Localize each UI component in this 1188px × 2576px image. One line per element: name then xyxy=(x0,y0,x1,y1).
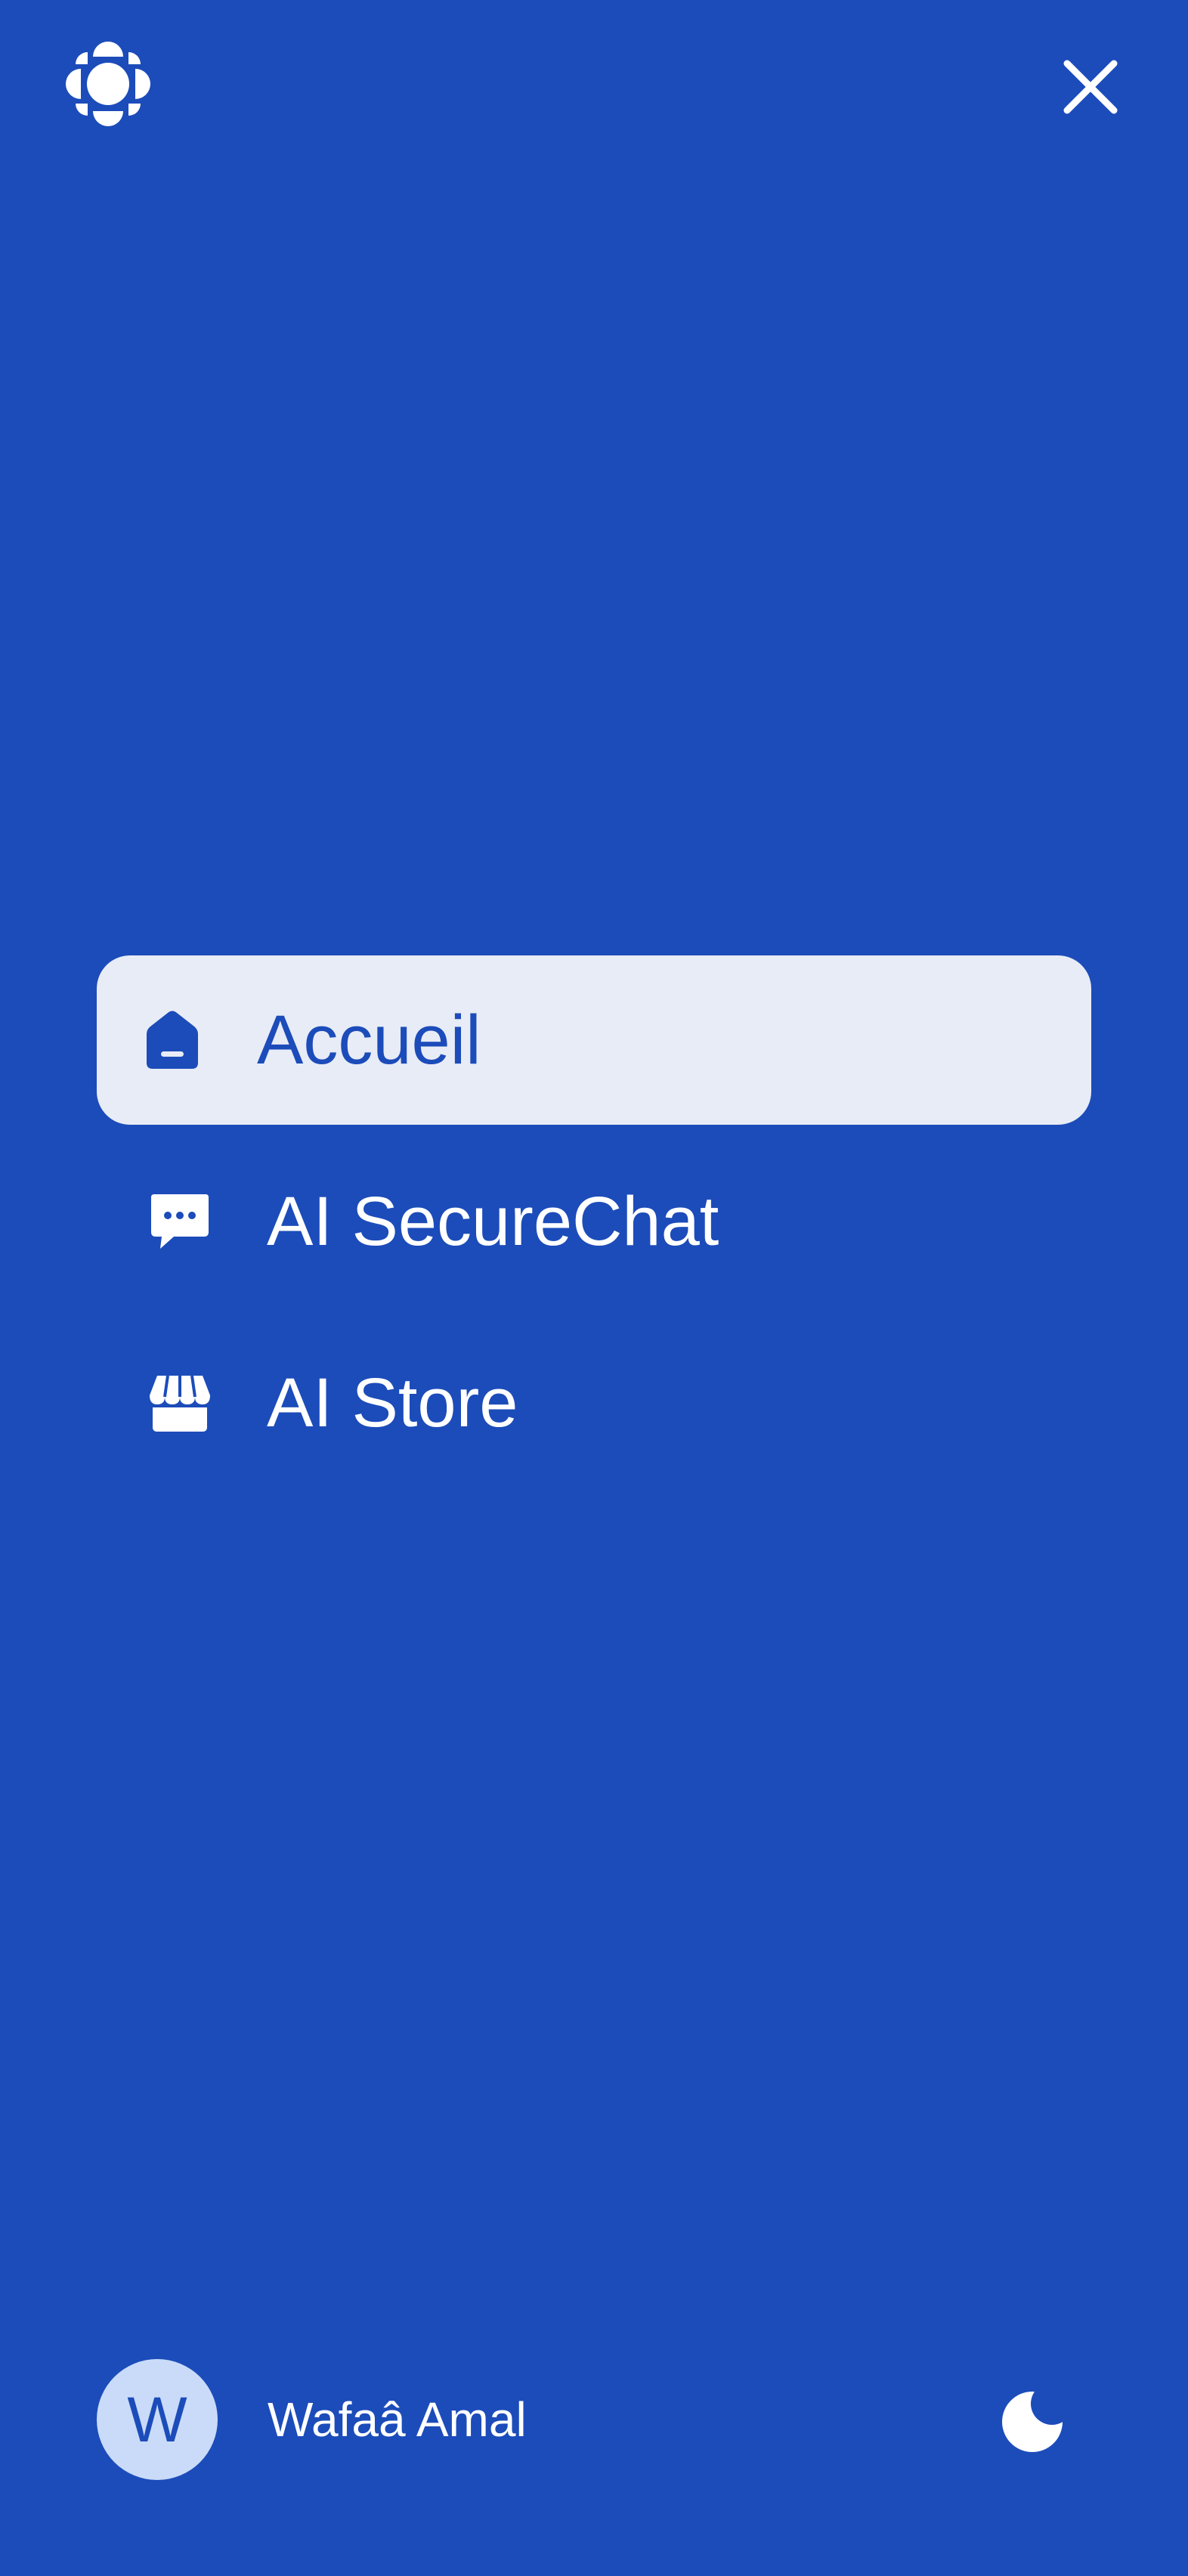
nav-item-label: Accueil xyxy=(257,1002,481,1079)
avatar: W xyxy=(97,2359,218,2480)
nav-item-label: AI SecureChat xyxy=(267,1183,719,1260)
close-button[interactable] xyxy=(1049,45,1132,128)
gem-logo-svg xyxy=(66,42,150,126)
close-icon xyxy=(1063,60,1118,114)
nav-item-accueil[interactable]: Accueil xyxy=(97,955,1091,1125)
user-profile[interactable]: W Wafaâ Amal xyxy=(97,2358,527,2481)
theme-toggle-button[interactable] xyxy=(998,2381,1073,2457)
chat-bubble-icon xyxy=(150,1191,210,1252)
menu-screen: Accueil AI SecureChat AI Store W Wafaâ A… xyxy=(0,0,1188,2576)
nav-item-ai-securechat[interactable]: AI SecureChat xyxy=(97,1137,1091,1306)
nav-item-ai-store[interactable]: AI Store xyxy=(97,1318,1091,1488)
gem-logo-icon[interactable] xyxy=(59,34,157,134)
moon-icon xyxy=(1002,2382,1073,2452)
nav-item-label: AI Store xyxy=(267,1364,518,1441)
user-name: Wafaâ Amal xyxy=(268,2392,527,2447)
main-nav: Accueil AI SecureChat AI Store xyxy=(97,955,1091,1500)
store-icon xyxy=(150,1373,210,1433)
home-icon xyxy=(142,1010,203,1070)
